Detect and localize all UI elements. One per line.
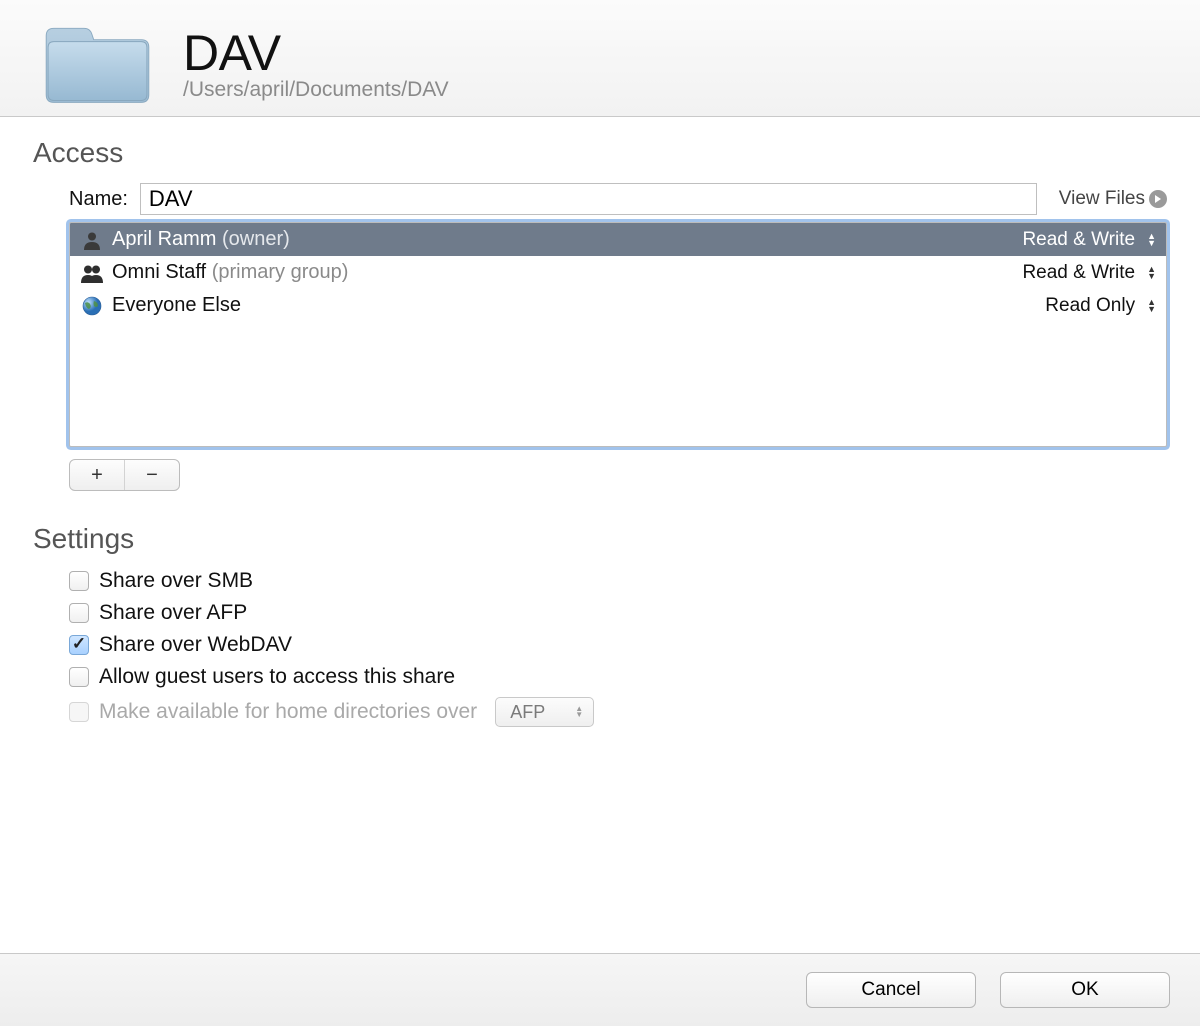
- name-label: Name:: [69, 188, 128, 211]
- permission-select[interactable]: Read Only: [1045, 295, 1135, 317]
- home-protocol-select: AFP ▲▼: [495, 697, 594, 727]
- view-files-link[interactable]: View Files: [1059, 188, 1167, 210]
- stepper-icon[interactable]: ▲▼: [1147, 233, 1156, 247]
- permission-select[interactable]: Read & Write: [1022, 229, 1135, 251]
- content: Access Name: View Files April Ramm (owne…: [0, 117, 1200, 953]
- folder-icon: [40, 15, 155, 110]
- globe-icon: [80, 296, 104, 316]
- setting-smb[interactable]: Share over SMB: [69, 569, 1167, 593]
- stepper-icon: ▲▼: [575, 706, 583, 718]
- access-row-group[interactable]: Omni Staff (primary group) Read & Write …: [70, 256, 1166, 289]
- view-files-label: View Files: [1059, 188, 1145, 210]
- checkbox[interactable]: [69, 603, 89, 623]
- checkbox[interactable]: [69, 667, 89, 687]
- access-section-title: Access: [33, 137, 1167, 169]
- add-button[interactable]: +: [70, 460, 124, 490]
- setting-afp[interactable]: Share over AFP: [69, 601, 1167, 625]
- arrow-right-icon: [1149, 190, 1167, 208]
- checkbox[interactable]: [69, 571, 89, 591]
- remove-button[interactable]: −: [125, 460, 179, 490]
- person-icon: [80, 230, 104, 250]
- access-name: Everyone Else: [112, 294, 1037, 317]
- setting-label: Share over WebDAV: [99, 633, 292, 657]
- setting-label: Allow guest users to access this share: [99, 665, 455, 689]
- checkbox[interactable]: [69, 635, 89, 655]
- permission-select[interactable]: Read & Write: [1022, 262, 1135, 284]
- setting-guest[interactable]: Allow guest users to access this share: [69, 665, 1167, 689]
- setting-webdav[interactable]: Share over WebDAV: [69, 633, 1167, 657]
- name-input[interactable]: [140, 183, 1037, 215]
- stepper-icon[interactable]: ▲▼: [1147, 266, 1156, 280]
- checkbox: [69, 702, 89, 722]
- footer: Cancel OK: [0, 953, 1200, 1026]
- access-name: Omni Staff (primary group): [112, 261, 1014, 284]
- access-row-owner[interactable]: April Ramm (owner) Read & Write ▲▼: [70, 223, 1166, 256]
- settings-section-title: Settings: [33, 523, 1167, 555]
- setting-label: Share over SMB: [99, 569, 253, 593]
- setting-label: Make available for home directories over: [99, 700, 477, 724]
- access-row-everyone[interactable]: Everyone Else Read Only ▲▼: [70, 289, 1166, 322]
- add-remove-segmented: + −: [69, 459, 180, 491]
- stepper-icon[interactable]: ▲▼: [1147, 299, 1156, 313]
- header: DAV /Users/april/Documents/DAV: [0, 0, 1200, 117]
- group-icon: [80, 263, 104, 283]
- page-title: DAV: [183, 24, 449, 82]
- cancel-button[interactable]: Cancel: [806, 972, 976, 1008]
- setting-home-directories: Make available for home directories over…: [69, 697, 1167, 727]
- ok-button[interactable]: OK: [1000, 972, 1170, 1008]
- access-list[interactable]: April Ramm (owner) Read & Write ▲▼ Omni …: [69, 222, 1167, 447]
- access-name: April Ramm (owner): [112, 228, 1014, 251]
- folder-path: /Users/april/Documents/DAV: [183, 78, 449, 102]
- setting-label: Share over AFP: [99, 601, 247, 625]
